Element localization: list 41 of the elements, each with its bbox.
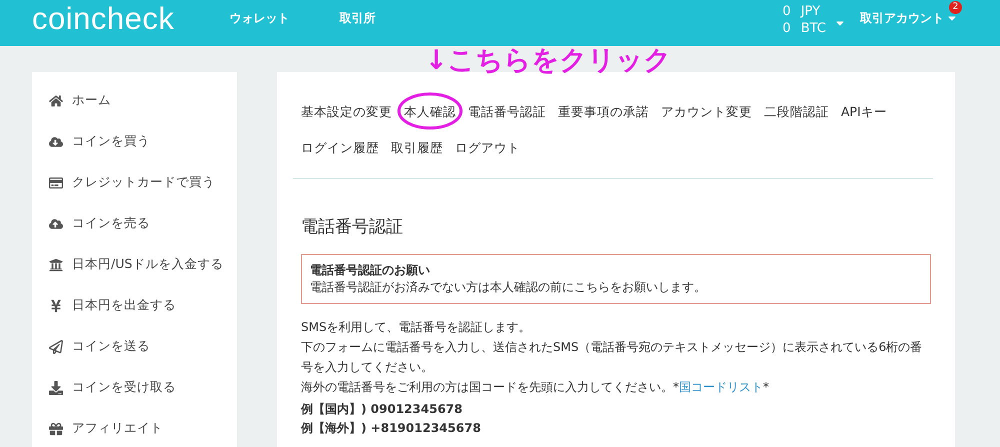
settings-tab[interactable]: APIキー	[841, 104, 887, 120]
section-title: 電話番号認証	[301, 216, 404, 238]
alert-title: 電話番号認証のお願い	[310, 262, 431, 279]
sidebar-item[interactable]: 日本円/USドルを入金する	[32, 244, 237, 285]
balance-amount: 0	[782, 20, 791, 37]
paragraph: 海外の電話番号をご利用の方は国コードを先頭に入力してください。*国コードリスト*	[301, 379, 770, 396]
sidebar-item[interactable]: クレジットカードで買う	[32, 162, 237, 203]
sidebar-item[interactable]: コインを買う	[32, 121, 237, 162]
settings-tab[interactable]: 二段階認証	[764, 104, 829, 120]
download-icon	[48, 380, 63, 394]
bank-icon	[48, 258, 63, 272]
sidebar-item[interactable]: コインを送る	[32, 326, 237, 367]
sidebar-item[interactable]: アフィリエイト	[32, 408, 237, 447]
settings-tab[interactable]: 電話番号認証	[468, 104, 546, 120]
example-number: 例【海外】) +819012345678	[301, 420, 482, 437]
country-code-link[interactable]: 国コードリスト	[679, 380, 763, 394]
sidebar-item[interactable]: 日本円を出金する	[32, 285, 237, 326]
example-number: 例【国内】) 09012345678	[301, 401, 464, 418]
currency-label: JPY	[800, 3, 820, 20]
sidebar-item[interactable]: コインを受け取る	[32, 367, 237, 408]
balance-amount: 0	[782, 3, 791, 20]
notification-badge: 2	[949, 0, 962, 14]
settings-tab[interactable]: ログイン履歴	[301, 140, 379, 156]
annotation-text: ↓こちらをクリック	[425, 44, 672, 78]
sidebar-item[interactable]: コインを売る	[32, 203, 237, 244]
settings-tab[interactable]: ログアウト	[455, 140, 520, 156]
home-icon	[48, 94, 63, 108]
paragraph: SMSを利用して、電話番号を認証します。	[301, 319, 532, 336]
sidebar-item[interactable]: ホーム	[32, 80, 237, 121]
cloud-download-icon	[48, 134, 63, 148]
settings-tab[interactable]: 重要事項の承諾	[558, 104, 649, 120]
cloud-upload-icon	[48, 216, 63, 230]
settings-tab[interactable]: 取引履歴	[391, 140, 443, 156]
settings-tab[interactable]: アカウント変更	[661, 104, 752, 120]
settings-tab[interactable]: 基本設定の変更	[301, 104, 392, 120]
credit-card-icon	[48, 176, 63, 190]
paragraph: 下のフォームに電話番号を入力し、送信されたSMS（電話番号宛のテキストメッセージ）に表示されている6桁の番号を入力してください。	[301, 339, 924, 376]
gift-icon	[48, 422, 63, 436]
paper-plane-icon	[48, 340, 63, 354]
alert-message: 電話番号認証がお済みでない方は本人確認の前にこちらをお願いします。	[310, 279, 707, 296]
currency-label: BTC	[800, 20, 826, 37]
